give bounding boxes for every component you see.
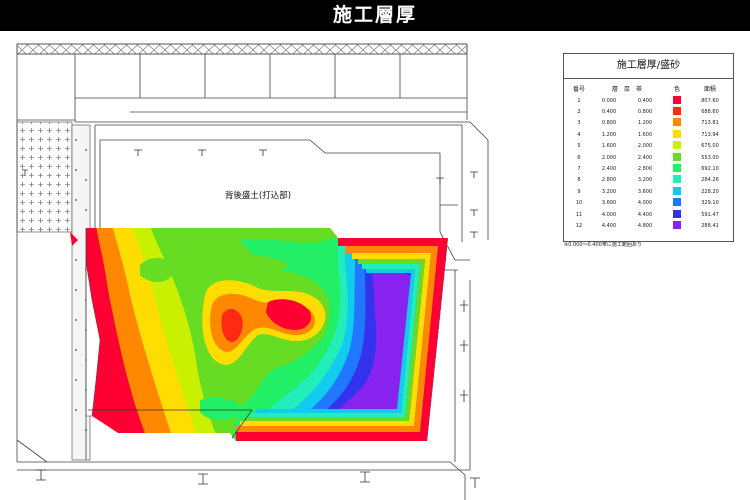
legend-row-from: 4.400 xyxy=(601,222,617,229)
legend-row: 7 2.400 2.800 692.10 xyxy=(567,163,729,174)
legend-header-color: 色 xyxy=(673,86,680,93)
legend-row-swatch xyxy=(663,106,691,117)
legend-row-area: 591.47 xyxy=(701,211,719,218)
legend-row-to: 1.600 xyxy=(637,131,653,138)
left-grid-band xyxy=(16,121,73,233)
legend-row-swatch xyxy=(663,186,691,197)
legend-row-area: 675.00 xyxy=(701,143,719,150)
legend-row-from: 2.400 xyxy=(601,166,617,173)
legend-row-swatch xyxy=(663,220,691,231)
legend-row-no: 8 xyxy=(577,177,581,184)
color-swatch xyxy=(673,129,681,138)
legend-row-area: 284.26 xyxy=(701,177,719,184)
legend-row-from: 0.000 xyxy=(601,97,617,104)
legend-row-area: 692.10 xyxy=(701,166,719,173)
legend-row-swatch xyxy=(663,163,691,174)
legend-row-no: 6 xyxy=(577,154,581,161)
legend-row-from: 1.600 xyxy=(601,143,617,150)
legend-row: 9 3.200 3.600 228.20 xyxy=(567,186,729,197)
legend-row-to: 3.200 xyxy=(637,177,653,184)
page-title: 施工層厚 xyxy=(0,0,750,31)
legend-row-to: 0.800 xyxy=(637,109,653,116)
legend-row-to: 4.400 xyxy=(637,211,653,218)
color-swatch xyxy=(673,186,681,195)
legend-row-to: 0.400 xyxy=(637,97,653,104)
legend-header-band: 層 厚 帯 xyxy=(611,86,642,93)
legend-row: 5 1.600 2.000 675.00 xyxy=(567,141,729,152)
color-swatch xyxy=(673,198,681,207)
legend-row-no: 9 xyxy=(577,188,581,195)
thickness-contour xyxy=(86,228,448,441)
legend-row: 11 4.000 4.400 591.47 xyxy=(567,209,729,220)
legend-row-swatch xyxy=(663,95,691,106)
legend-row-from: 0.400 xyxy=(601,109,617,116)
legend-row-from: 1.200 xyxy=(601,131,617,138)
legend-row-from: 2.800 xyxy=(601,177,617,184)
legend-row-no: 4 xyxy=(577,131,581,138)
legend-row-no: 10 xyxy=(575,200,583,207)
legend-header-area: 面積 xyxy=(703,86,716,93)
legend-row-from: 4.000 xyxy=(601,211,617,218)
legend-row: 2 0.400 0.800 688.60 xyxy=(567,106,729,117)
legend-row-from: 3.600 xyxy=(601,200,617,207)
legend-row-area: 713.81 xyxy=(701,120,719,127)
legend-header-no: 番号 xyxy=(572,86,585,93)
area-label: 背後盛土(打込部) xyxy=(225,190,291,201)
legend-row-to: 4.000 xyxy=(637,200,653,207)
color-swatch xyxy=(673,175,681,184)
legend-row-from: 2.000 xyxy=(601,154,617,161)
color-swatch xyxy=(673,107,681,116)
legend-row-swatch xyxy=(663,209,691,220)
legend-row-no: 1 xyxy=(577,97,581,104)
legend-row-area: 807.60 xyxy=(701,97,719,104)
legend-row-swatch xyxy=(663,175,691,186)
legend-row-swatch xyxy=(663,198,691,209)
legend-row-no: 3 xyxy=(577,120,581,127)
legend-row-from: 0.800 xyxy=(601,120,617,127)
legend-row: 10 3.600 4.000 329.10 xyxy=(567,198,729,209)
color-swatch xyxy=(673,209,681,218)
color-swatch xyxy=(673,164,681,173)
legend-row: 4 1.200 1.600 713.94 xyxy=(567,129,729,140)
legend-row-to: 2.800 xyxy=(637,166,653,173)
legend-row-to: 2.400 xyxy=(637,154,653,161)
legend-table: 番号 層 厚 帯 色 面積 1 0.000 0.400 807.60 2 0.400 0.8… xyxy=(567,82,729,232)
legend-row-area: 553.00 xyxy=(701,154,719,161)
legend-row-to: 1.200 xyxy=(637,120,653,127)
legend-row-area: 228.20 xyxy=(701,188,719,195)
legend-row-area: 713.94 xyxy=(701,131,719,138)
legend-row-swatch xyxy=(663,118,691,129)
legend-row-area: 688.60 xyxy=(701,109,719,116)
legend-row-area: 288.41 xyxy=(701,222,719,229)
legend-panel: 施工層厚/盛砂 番号 層 厚 帯 色 面積 1 0.000 0.400 807.60 2… xyxy=(563,53,734,242)
color-swatch xyxy=(673,152,681,161)
legend-row-no: 7 xyxy=(577,166,581,173)
legend-row: 3 0.800 1.200 713.81 xyxy=(567,118,729,129)
legend-row-from: 3.200 xyxy=(601,188,617,195)
legend-note: ※0.000～0.400帯に施工範囲あり xyxy=(564,242,642,248)
legend-row-no: 5 xyxy=(577,143,581,150)
color-swatch xyxy=(673,95,681,104)
legend-row-to: 3.600 xyxy=(637,188,653,195)
color-swatch xyxy=(673,141,681,150)
legend-row-to: 4.800 xyxy=(637,222,653,229)
top-truss xyxy=(16,43,468,55)
legend-row-area: 329.10 xyxy=(701,200,719,207)
legend-row-swatch xyxy=(663,129,691,140)
legend-row-no: 12 xyxy=(575,222,583,229)
legend-row-no: 2 xyxy=(577,109,581,116)
legend-row: 6 2.000 2.400 553.00 xyxy=(567,152,729,163)
legend-row: 8 2.800 3.200 284.26 xyxy=(567,175,729,186)
legend-row-to: 2.000 xyxy=(637,143,653,150)
color-swatch xyxy=(673,220,681,229)
legend-row-no: 11 xyxy=(575,211,583,218)
legend-row-swatch xyxy=(663,152,691,163)
legend-title: 施工層厚/盛砂 xyxy=(564,54,733,79)
legend-row-swatch xyxy=(663,141,691,152)
legend-row: 12 4.400 4.800 288.41 xyxy=(567,220,729,231)
color-swatch xyxy=(673,118,681,127)
legend-row: 1 0.000 0.400 807.60 xyxy=(567,95,729,106)
